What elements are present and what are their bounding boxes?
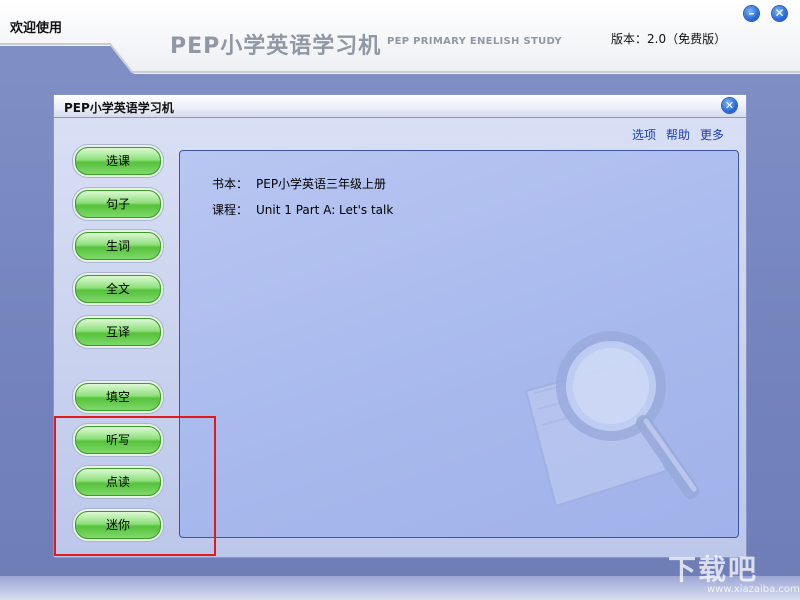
watermark-url: www.xiazaiba.com: [707, 584, 800, 595]
menu-more-link[interactable]: 更多: [700, 126, 724, 143]
magnifier-decoration-icon: [524, 331, 699, 508]
translate-button[interactable]: 互译: [75, 318, 161, 346]
close-app-button[interactable]: ✕: [772, 6, 787, 21]
fill-blank-button[interactable]: 填空: [75, 383, 161, 411]
window-title: PEP小学英语学习机: [64, 101, 174, 115]
course-label: 课程：: [212, 203, 249, 217]
book-row: 书本： PEP小学英语三年级上册: [212, 175, 386, 192]
window-close-button[interactable]: ✕: [722, 98, 737, 113]
app-logo-subtitle: PEP PRIMARY ENELISH STUDY: [387, 36, 562, 47]
book-value: PEP小学英语三年级上册: [256, 177, 387, 191]
menu-options-link[interactable]: 选项: [632, 126, 656, 143]
welcome-text: 欢迎使用: [10, 21, 63, 36]
minimize-button[interactable]: –: [744, 6, 759, 21]
vocabulary-button[interactable]: 生词: [75, 232, 161, 260]
app-logo-title: PEP小学英语学习机: [170, 34, 382, 59]
book-label: 书本：: [212, 177, 249, 191]
course-row: 课程： Unit 1 Part A: Let's talk: [212, 201, 393, 218]
select-lesson-button[interactable]: 选课: [75, 147, 161, 175]
version-text: 版本：2.0（免费版）: [611, 32, 727, 46]
sentence-button[interactable]: 句子: [75, 190, 161, 218]
header-banner: 欢迎使用 PEP小学英语学习机 PEP PRIMARY ENELISH STUD…: [0, 0, 800, 80]
menu-help-link[interactable]: 帮助: [666, 126, 690, 143]
annotation-highlight-box: [54, 416, 216, 556]
full-text-button[interactable]: 全文: [75, 275, 161, 303]
window-titlebar: PEP小学英语学习机 ✕: [54, 95, 746, 118]
watermark-logo: 下载吧: [668, 553, 759, 586]
course-value: Unit 1 Part A: Let's talk: [256, 203, 394, 217]
content-panel: 书本： PEP小学英语三年级上册 课程： Unit 1 Part A: Let's …: [179, 150, 739, 538]
